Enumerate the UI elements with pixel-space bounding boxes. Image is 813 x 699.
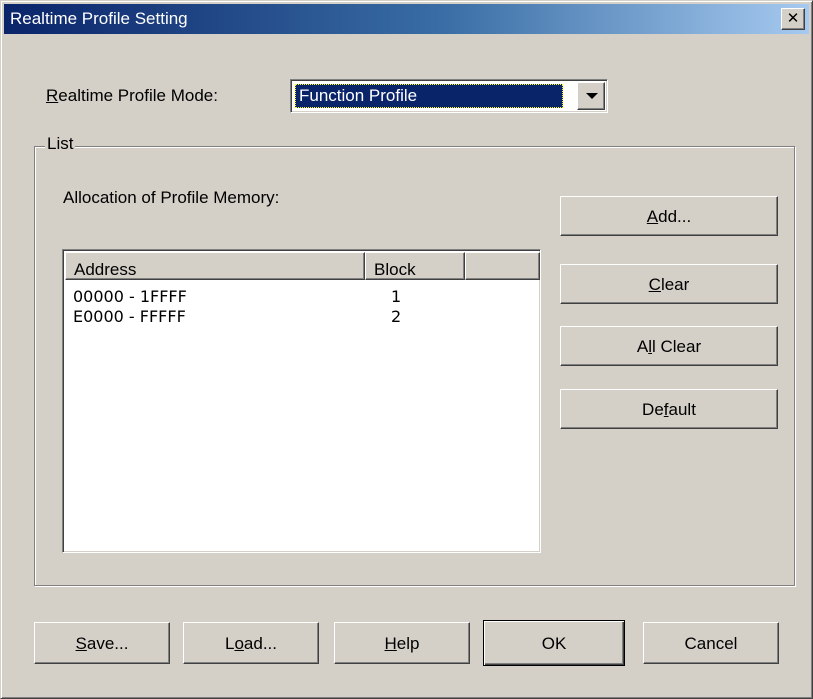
block-cell: 2 — [391, 307, 402, 326]
allocation-label: Allocation of Profile Memory: — [63, 188, 280, 207]
address-cell: E0000 - FFFFF — [73, 307, 186, 326]
mode-dropdown-value: Function Profile — [295, 84, 563, 108]
table-row[interactable]: 00000 - 1FFFF 1 — [65, 288, 535, 306]
add-button[interactable]: Add... — [560, 196, 778, 236]
close-button[interactable]: ✕ — [781, 8, 805, 30]
profile-memory-list[interactable]: Address Block 00000 - 1FFFF 1 E0000 - FF… — [62, 249, 541, 553]
help-button[interactable]: Help — [334, 622, 470, 664]
table-row[interactable]: E0000 - FFFFF 2 — [65, 308, 535, 326]
list-header: Address Block — [65, 252, 540, 280]
cancel-button[interactable]: Cancel — [643, 622, 779, 664]
realtime-profile-dialog: Realtime Profile Setting ✕ Realtime Prof… — [0, 0, 813, 699]
list-group-legend: List — [45, 134, 76, 154]
default-button[interactable]: Default — [560, 389, 778, 429]
window-title: Realtime Profile Setting — [10, 9, 188, 28]
ok-button[interactable]: OK — [483, 620, 625, 666]
column-header-address[interactable]: Address — [65, 252, 365, 280]
clear-button[interactable]: Clear — [560, 264, 778, 304]
all-clear-button[interactable]: All Clear — [560, 326, 778, 366]
load-button[interactable]: Load... — [183, 622, 319, 664]
block-cell: 1 — [391, 287, 402, 306]
column-header-empty[interactable] — [465, 252, 540, 280]
chevron-down-icon[interactable] — [577, 82, 605, 110]
mode-label: Realtime Profile Mode: — [46, 86, 218, 105]
title-bar[interactable]: Realtime Profile Setting ✕ — [4, 4, 809, 34]
close-icon: ✕ — [786, 9, 800, 27]
address-cell: 00000 - 1FFFF — [73, 287, 187, 306]
column-header-block[interactable]: Block — [365, 252, 465, 280]
save-button[interactable]: Save... — [34, 622, 170, 664]
mode-dropdown[interactable]: Function Profile — [290, 79, 608, 113]
